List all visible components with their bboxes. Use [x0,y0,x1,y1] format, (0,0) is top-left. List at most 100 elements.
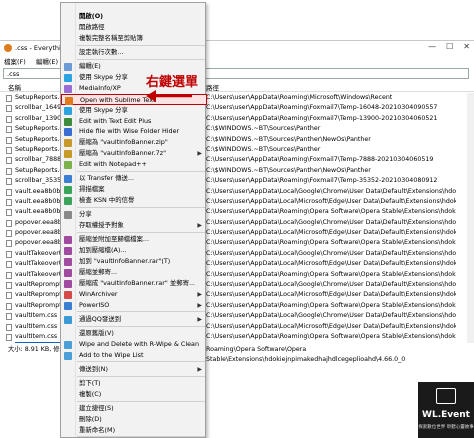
menu-item-icon [64,139,72,148]
menu-item[interactable]: Add to the Wipe List [61,350,207,361]
file-path: C:\Users\user\AppData\Roaming\Foxmail7\T… [206,177,438,185]
menu-item[interactable]: 檢查 KSN 中的信譽 [61,195,207,206]
file-icon [6,282,12,290]
menu-item[interactable]: 開啟(O) [61,11,207,22]
menu-item[interactable]: 加到 "vaultInfoBanner.rar"(T) [61,256,207,267]
menu-item-label: 壓縮為 "vaultInfoBanner.7z" [79,149,167,158]
menu-item-label: 開啟路徑 [79,22,105,31]
menu-item-icon [64,290,72,299]
menu-item[interactable]: Wipe and Delete with R-Wipe & Clean [61,339,207,350]
menu-item-label: Hide file with Wise Folder Hider [79,127,180,136]
menu-item[interactable]: 重新命名(M) [61,425,207,436]
file-name: popover.eea8b [15,218,61,226]
menu-item[interactable]: 以 Transfer 傳送... [61,173,207,184]
menu-item[interactable]: 還原舊版(V) [61,328,207,339]
menu-item[interactable]: 壓縮為 "vaultInfoBanner.7z" ▶ [61,148,207,159]
menu-item-label: 壓縮為 "vaultInfoBanner.zip" [79,138,168,147]
file-icon [6,333,12,341]
menu-separator [77,361,205,363]
file-icon [6,323,12,331]
menu-item-label: MediaInfo/XP [79,83,121,92]
file-path: C:\$WINDOWS.~BT\Sources\Panther\NewOs\Pa… [206,166,371,174]
menu-item-label: PowerISO [79,300,110,309]
menu-item[interactable]: 壓縮並郵寄... [61,267,207,278]
file-icon [6,115,12,123]
menu-item[interactable]: 存取權授予對象 ▶ [61,220,207,231]
menu-item-label: 建立捷徑(S) [79,403,114,412]
file-icon [6,302,12,310]
wl-event-logo: WL.Event 探索數位世界 聆聽心靈故事 [418,382,474,438]
menu-item-label: Open with Sublime Text [80,95,156,104]
menu-file[interactable]: 檔案(F) [4,56,26,66]
menu-item-icon [64,128,72,137]
menu-item[interactable]: Edit with Text Edit Plus [61,116,207,127]
file-icon [6,292,12,300]
menu-item-label: 通過QQ發送到 [79,314,122,323]
file-path: C:\Users\user\AppData\Roaming\Opera Soft… [206,342,456,343]
menu-item-icon [64,211,72,220]
file-name: SetupReports.cs [15,135,61,143]
menu-item[interactable]: 通過QQ發送到 ▶ [61,314,207,325]
vertical-scrollbar[interactable] [467,93,474,343]
menu-item-label: 設定執行次數... [79,47,124,56]
file-path: C:\Users\user\AppData\Local\Microsoft\Ed… [206,322,456,330]
menu-item-icon [64,175,72,184]
context-menu: 開啟(O) 開啟路徑複製完整名稱至剪貼簿設定執行次數... 編輯(E) 使用 Skyp… [60,2,207,438]
file-name: scrollbar_13900 [15,114,61,122]
menu-item-label: 編輯(E) [79,62,101,70]
menu-edit[interactable]: 編輯(E) [36,56,58,66]
file-path: C:\Users\user\AppData\Roaming\Foxmail7\T… [206,114,438,122]
column-path-header[interactable]: 路徑 [206,82,219,92]
menu-item[interactable]: 剪下(T) [61,378,207,389]
menu-item[interactable]: 使用 Skype 分享 [61,105,207,116]
menu-item-label: Add to the Wipe List [79,350,144,359]
close-icon[interactable]: ✕ [463,42,470,51]
menu-item[interactable]: 開啟路徑 [61,22,207,33]
menu-item[interactable]: 設定執行次數... [61,47,207,58]
menu-item-label: Edit with Notepad++ [79,160,147,169]
menu-item[interactable]: 掃描檔案 [61,184,207,195]
menu-item-label: 存取權授予對象 [79,221,124,229]
menu-item[interactable]: 傳送到(N) ▶ [61,364,207,375]
file-path: C:\Users\user\AppData\Roaming\Foxmail7\T… [206,104,438,112]
file-name: vaultRepromptA [15,281,61,289]
menu-item[interactable]: 壓縮並附加至歸檔檔案... [61,234,207,245]
menu-item-icon [64,84,72,93]
file-icon [6,157,12,165]
menu-item-icon [64,197,72,205]
menu-item-label: 壓縮並郵寄... [79,267,118,276]
menu-item-label: 使用 Skype 分享 [79,72,128,81]
column-name-header[interactable]: 名稱 [8,82,21,92]
menu-item[interactable]: 分享 [61,209,207,220]
menu-item[interactable]: 複製(C) [61,389,207,400]
menu-item-label: 壓縮成 "vaultInfoBanner.rar" 並郵寄... [79,278,196,287]
file-icon [6,240,12,248]
menu-item-icon [64,117,72,126]
file-name: scrollbar_3535 [15,177,61,185]
menu-item-icon [64,257,72,266]
menu-item[interactable]: Hide file with Wise Folder Hider [61,126,207,137]
menu-item[interactable]: 建立捷徑(S) [61,403,207,414]
menu-item[interactable]: 壓縮為 "vaultInfoBanner.zip" [61,137,207,148]
file-path: C:\Users\user\AppData\Local\Google\Chrom… [206,218,456,226]
file-name: vaultInfoBanner [14,341,62,343]
file-name: scrollbar_1649 [15,104,61,112]
file-path: C:\Users\user\AppData\Roaming\Microsoft\… [206,94,393,101]
menu-item[interactable]: 壓縮成 "vaultInfoBanner.rar" 並郵寄... [61,278,207,289]
file-name: vaultTakeoverU [15,249,61,257]
menu-separator [77,206,205,208]
book-icon [436,388,456,404]
menu-separator [77,44,205,46]
menu-item[interactable]: 複製完整名稱至剪貼簿 [61,33,207,44]
menu-separator [77,400,205,402]
file-path: C:\Users\user\AppData\Roaming\Opera Soft… [206,208,456,216]
file-path: C:\Users\user\AppData\Local\Google\Chrom… [206,249,456,257]
file-icon [6,261,12,269]
menu-item[interactable]: 刪除(D) [61,414,207,425]
maximize-icon[interactable]: ☐ [446,42,453,51]
minimize-icon[interactable]: — [428,42,436,51]
menu-item[interactable]: PowerISO ▶ [61,300,207,311]
menu-item[interactable]: 加到壓縮檔(A)... [61,245,207,256]
menu-item[interactable]: WinArchiver ▶ [61,289,207,300]
menu-item[interactable]: Edit with Notepad++ [61,159,207,170]
